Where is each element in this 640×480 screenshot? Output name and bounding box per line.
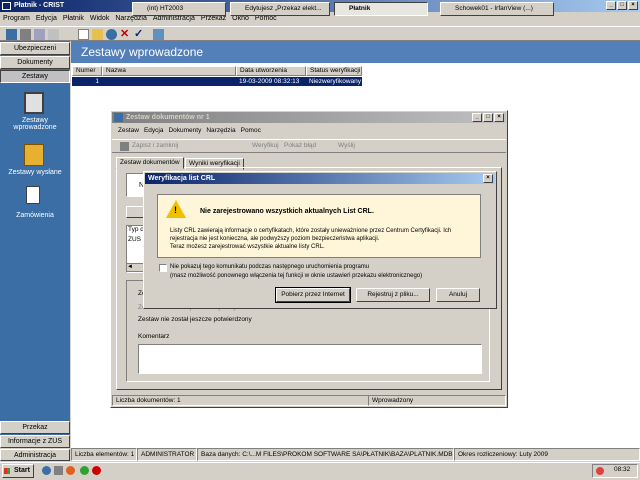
doc-table-header: Typ d bbox=[128, 226, 144, 233]
taskbar-ht2003[interactable]: (int) HT2003 bbox=[132, 2, 226, 16]
quicklaunch-ie-icon[interactable] bbox=[42, 466, 51, 475]
sent-sets-icon[interactable] bbox=[24, 144, 44, 166]
crl-body-text: Listy CRL zawierają informacje o certyfi… bbox=[170, 228, 452, 242]
crl-dialog-title: Weryfikacja list CRL bbox=[148, 175, 216, 182]
child-minimize-icon[interactable]: _ bbox=[472, 113, 482, 122]
verify-button[interactable]: Weryfikuj bbox=[252, 142, 279, 149]
sidebar-item-zestawy-wprowadzone[interactable]: Zestawy wprowadzone bbox=[0, 117, 70, 131]
table-cell-data[interactable]: 19-03-2009 08:32:13 bbox=[236, 77, 306, 86]
menu-program[interactable]: Program bbox=[0, 13, 33, 25]
child-close-icon[interactable]: × bbox=[494, 113, 504, 122]
nav-dokumenty[interactable]: Dokumenty bbox=[0, 56, 70, 69]
app-title: Płatnik - CRIST bbox=[14, 2, 65, 9]
page-title: Zestawy wprowadzone bbox=[71, 41, 640, 63]
paste-icon[interactable] bbox=[48, 29, 59, 40]
copy-icon[interactable] bbox=[34, 29, 45, 40]
quicklaunch-app-icon[interactable] bbox=[80, 466, 89, 475]
tray-icon[interactable] bbox=[596, 467, 604, 475]
taskbar-edytujesz[interactable]: Edytujesz „Przekaz elekt... bbox=[230, 2, 330, 16]
new-document-icon[interactable] bbox=[78, 29, 89, 40]
check-icon[interactable]: ✓ bbox=[134, 29, 145, 40]
crl-heading: Nie zarejestrowano wszystkich aktualnych… bbox=[200, 208, 374, 215]
status-period: Okres rozliczeniowy: Luty 2009 bbox=[454, 448, 640, 461]
orders-icon[interactable] bbox=[26, 186, 40, 204]
child-status-state: Wprowadzony bbox=[368, 395, 506, 406]
crl-dialog-title-bar: Weryfikacja list CRL bbox=[145, 173, 495, 184]
sidebar-item-zamowienia[interactable]: Zamówienia bbox=[0, 212, 70, 219]
taskbar-irfanview[interactable]: Schowek01 - IrfanView (...) bbox=[440, 2, 554, 16]
download-internet-button[interactable]: Pobierz przez Internet bbox=[275, 287, 351, 303]
preview-icon[interactable] bbox=[20, 29, 31, 40]
nav-przekaz-elektroniczny[interactable]: Przekaz elektroniczny bbox=[0, 421, 70, 442]
minimize-icon[interactable]: _ bbox=[606, 1, 616, 10]
comment-label: Komentarz bbox=[138, 333, 170, 340]
table-cell-numer[interactable]: 1 bbox=[72, 77, 102, 86]
doc-table-cell: ZUS bbox=[128, 236, 141, 243]
main-toolbar: ✕ ✓ bbox=[0, 26, 640, 41]
view-icon[interactable] bbox=[106, 29, 117, 40]
column-header-nazwa[interactable]: Nazwa bbox=[102, 66, 236, 76]
send-button[interactable]: Wyślij bbox=[338, 142, 355, 149]
crl-body-text-2: Teraz możesz zarejestrować wszystkie akt… bbox=[170, 244, 325, 250]
nav-ubezpieczeni[interactable]: Ubezpieczeni bbox=[0, 42, 70, 55]
app-icon[interactable] bbox=[2, 2, 11, 10]
document-set-icon[interactable] bbox=[24, 92, 44, 114]
cancel-button[interactable]: Anuluj bbox=[436, 288, 480, 302]
menu-widok[interactable]: Widok bbox=[87, 13, 112, 25]
child-title: Zestaw dokumentów nr 1 bbox=[126, 114, 210, 121]
tab-zestaw-dokumentow[interactable]: Zestaw dokumentów bbox=[116, 157, 184, 169]
child-menu-dokumenty[interactable]: Dokumenty bbox=[168, 127, 206, 134]
status-element-count: Liczba elementów: 1 bbox=[71, 448, 137, 461]
nav-administracja[interactable]: Administracja bbox=[0, 449, 70, 461]
comment-field[interactable] bbox=[138, 344, 482, 374]
clock: 08:32 bbox=[614, 466, 631, 473]
column-header-data[interactable]: Data utworzenia bbox=[236, 66, 306, 76]
register-file-button[interactable]: Rejestruj z pliku... bbox=[356, 288, 430, 302]
child-menu-bar: Zestaw Edycja Dokumenty Narzędzia Pomoc bbox=[118, 126, 261, 136]
menu-edycja[interactable]: Edycja bbox=[33, 13, 60, 25]
table-cell-nazwa[interactable] bbox=[102, 77, 236, 86]
windows-logo-icon bbox=[4, 468, 10, 474]
menu-platnik[interactable]: Płatnik bbox=[60, 13, 87, 25]
close-icon[interactable]: × bbox=[628, 1, 638, 10]
dont-show-note: (masz możliwość ponownego włączenia tej … bbox=[170, 273, 423, 279]
warning-icon-mark: ! bbox=[174, 205, 177, 215]
child-maximize-icon[interactable]: □ bbox=[483, 113, 493, 122]
status-line-confirmed: Zestaw nie został jeszcze potwierdzony bbox=[138, 316, 252, 323]
child-app-icon[interactable] bbox=[114, 113, 123, 122]
delete-icon[interactable]: ✕ bbox=[120, 29, 131, 40]
print-icon[interactable] bbox=[6, 29, 17, 40]
child-menu-edycja[interactable]: Edycja bbox=[144, 127, 169, 134]
status-database: Baza danych: C:\...M FILES\PROKOM SOFTWA… bbox=[197, 448, 454, 461]
quicklaunch-opera-icon[interactable] bbox=[92, 466, 101, 475]
crl-dialog-close-icon[interactable]: × bbox=[483, 174, 493, 183]
child-title-bar: Zestaw dokumentów nr 1 bbox=[112, 112, 506, 123]
nav-zestawy[interactable]: Zestawy bbox=[0, 70, 70, 83]
save-icon bbox=[120, 142, 129, 151]
quicklaunch-desktop-icon[interactable] bbox=[54, 466, 63, 475]
table-cell-status[interactable]: Niezweryfikowany bbox=[306, 77, 362, 86]
child-menu-pomoc[interactable]: Pomoc bbox=[241, 127, 261, 134]
maximize-icon[interactable]: □ bbox=[617, 1, 627, 10]
taskbar-platnik[interactable]: Płatnik bbox=[334, 2, 428, 16]
edit-icon[interactable] bbox=[153, 29, 164, 40]
status-user: ADMINISTRATOR bbox=[137, 448, 197, 461]
dont-show-checkbox[interactable] bbox=[159, 264, 167, 272]
child-menu-zestaw[interactable]: Zestaw bbox=[118, 127, 144, 134]
child-status-count: Liczba dokumentów: 1 bbox=[112, 395, 392, 406]
column-header-status[interactable]: Status weryfikacji bbox=[306, 66, 362, 76]
sidebar-item-zestawy-wyslane[interactable]: Zestawy wysłane bbox=[0, 169, 70, 176]
nav-informacje-z-zus[interactable]: Informacje z ZUS bbox=[0, 435, 70, 448]
child-menu-narzedzia[interactable]: Narzędzia bbox=[206, 127, 240, 134]
show-error-button[interactable]: Pokaż błąd bbox=[284, 142, 316, 149]
column-header-numer[interactable]: Numer bbox=[72, 66, 102, 76]
dont-show-label[interactable]: Nie pokazuj tego komunikatu podczas nast… bbox=[170, 264, 369, 270]
save-close-button[interactable]: Zapisz i zamknij bbox=[132, 142, 178, 149]
quicklaunch-firefox-icon[interactable] bbox=[66, 466, 75, 475]
open-icon[interactable] bbox=[92, 29, 103, 40]
